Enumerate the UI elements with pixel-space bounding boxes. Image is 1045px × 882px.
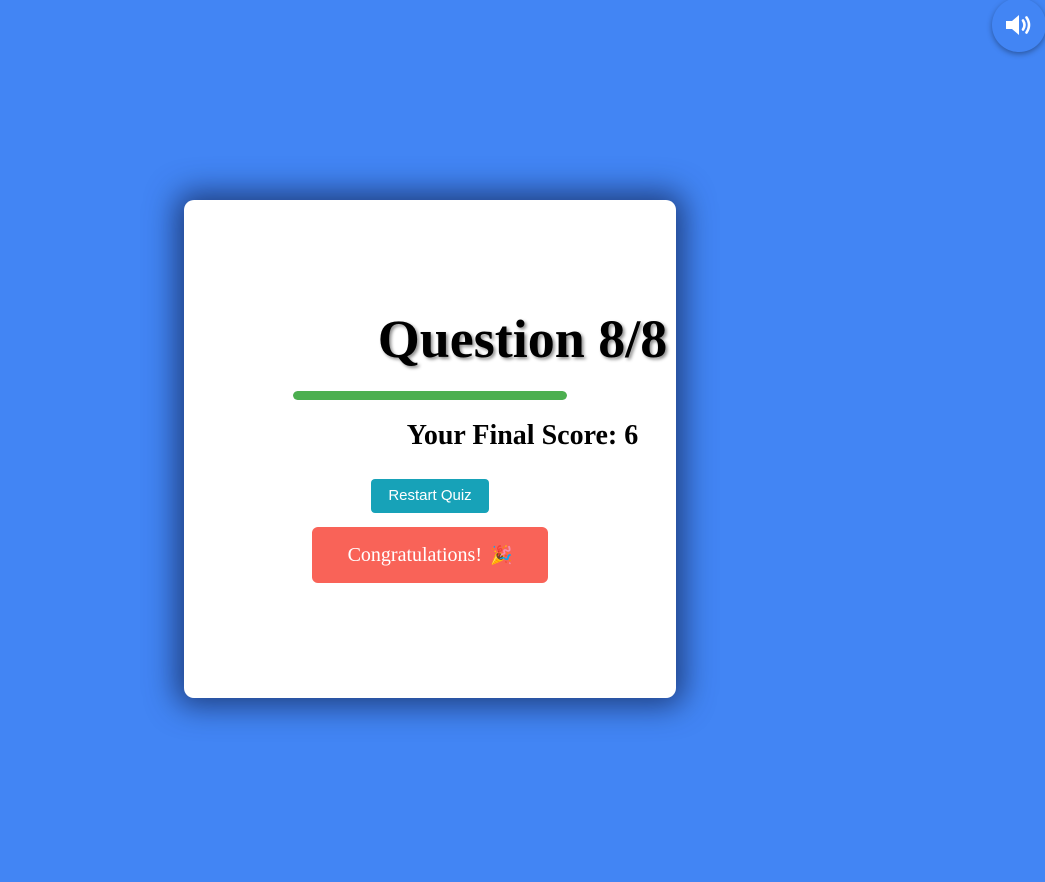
sound-toggle-button[interactable] [992,0,1045,52]
volume-up-icon [1004,12,1034,38]
question-counter-title: Question 8/8 [377,309,668,369]
congratulations-banner: Congratulations! 🎉 [312,527,548,583]
party-popper-icon: 🎉 [490,544,513,565]
quiz-progress-fill [293,391,567,400]
final-score-text: Your Final Score: 6 [406,420,639,451]
congratulations-text: Congratulations! [347,543,482,566]
restart-quiz-button[interactable]: Restart Quiz [371,479,489,513]
quiz-progress-bar [293,391,567,400]
